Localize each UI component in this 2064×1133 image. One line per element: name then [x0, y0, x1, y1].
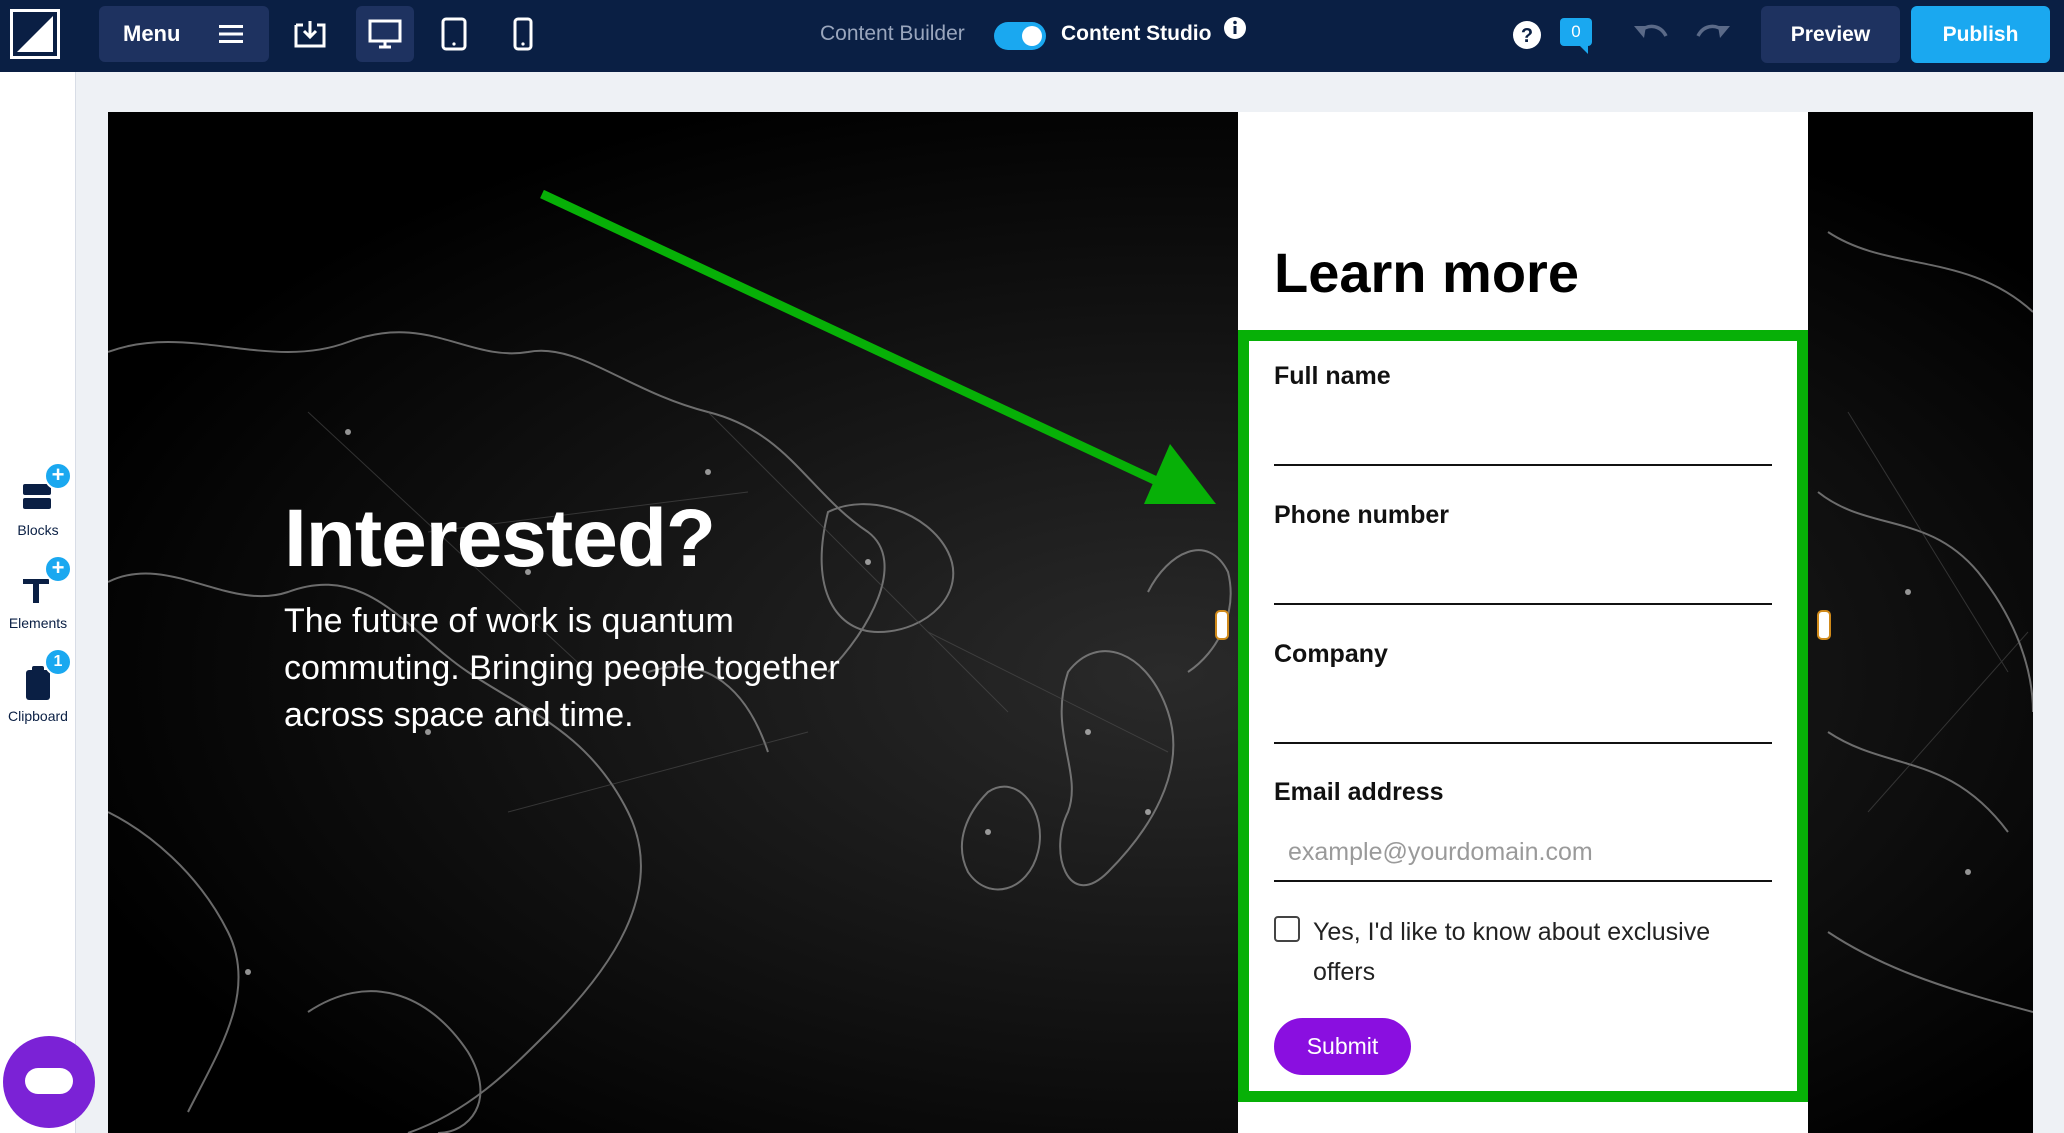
elements-icon: + [20, 555, 72, 609]
page-canvas: Interested? The future of work is quantu… [108, 112, 2033, 1133]
sidebar-item-elements[interactable]: + Elements [0, 555, 76, 631]
download-icon [294, 21, 326, 48]
logo-icon [10, 9, 60, 59]
undo-icon[interactable] [1632, 18, 1670, 48]
sidebar-item-label: Blocks [17, 522, 59, 538]
form-highlight-outline [1238, 330, 1808, 1102]
clipboard-icon: 1 [20, 648, 72, 702]
column-resize-handle-left[interactable] [1215, 610, 1229, 640]
lead-form-panel: Learn more Full name Phone number Compan… [1238, 112, 1808, 1133]
top-toolbar: Menu Content Builder Content Studio ? 0 … [0, 0, 2064, 72]
add-block-badge: + [44, 462, 72, 490]
desktop-icon [368, 19, 402, 49]
menu-button[interactable]: Menu [99, 6, 269, 62]
hero-subtitle: The future of work is quantum commuting.… [284, 602, 840, 734]
hamburger-icon [219, 25, 243, 43]
menu-label: Menu [123, 21, 181, 46]
content-studio-label: Content Studio [1061, 22, 1212, 45]
tablet-icon [441, 17, 467, 51]
sidebar-item-label: Elements [8, 615, 68, 631]
svg-text:?: ? [1521, 25, 1533, 47]
form-title: Learn more [1274, 241, 1579, 304]
preview-button[interactable]: Preview [1761, 6, 1900, 63]
chat-support-button[interactable] [3, 1036, 95, 1128]
help-icon[interactable]: ? [1512, 20, 1542, 50]
app-logo[interactable] [10, 9, 60, 59]
clipboard-count-badge: 1 [44, 648, 72, 676]
mobile-view-button[interactable] [494, 6, 552, 62]
info-icon[interactable] [1223, 16, 1247, 40]
sidebar-item-clipboard[interactable]: 1 Clipboard [0, 648, 76, 724]
content-builder-label: Content Builder [820, 22, 965, 45]
column-resize-handle-right[interactable] [1817, 610, 1831, 640]
download-button[interactable] [281, 6, 339, 62]
publish-button[interactable]: Publish [1911, 6, 2050, 63]
mobile-icon [513, 17, 533, 51]
hero-title: Interested? [284, 493, 716, 584]
desktop-view-button[interactable] [356, 6, 414, 62]
builder-studio-toggle[interactable] [994, 22, 1046, 50]
tablet-view-button[interactable] [425, 6, 483, 62]
sidebar-item-blocks[interactable]: + Blocks [0, 462, 76, 538]
left-sidebar: + Blocks + Elements 1 Clipboard [0, 72, 76, 1133]
blocks-icon: + [20, 462, 72, 516]
notification-badge[interactable]: 0 [1560, 18, 1592, 54]
redo-icon[interactable] [1694, 18, 1732, 48]
add-element-badge: + [44, 555, 72, 583]
sidebar-item-label: Clipboard [8, 708, 68, 724]
